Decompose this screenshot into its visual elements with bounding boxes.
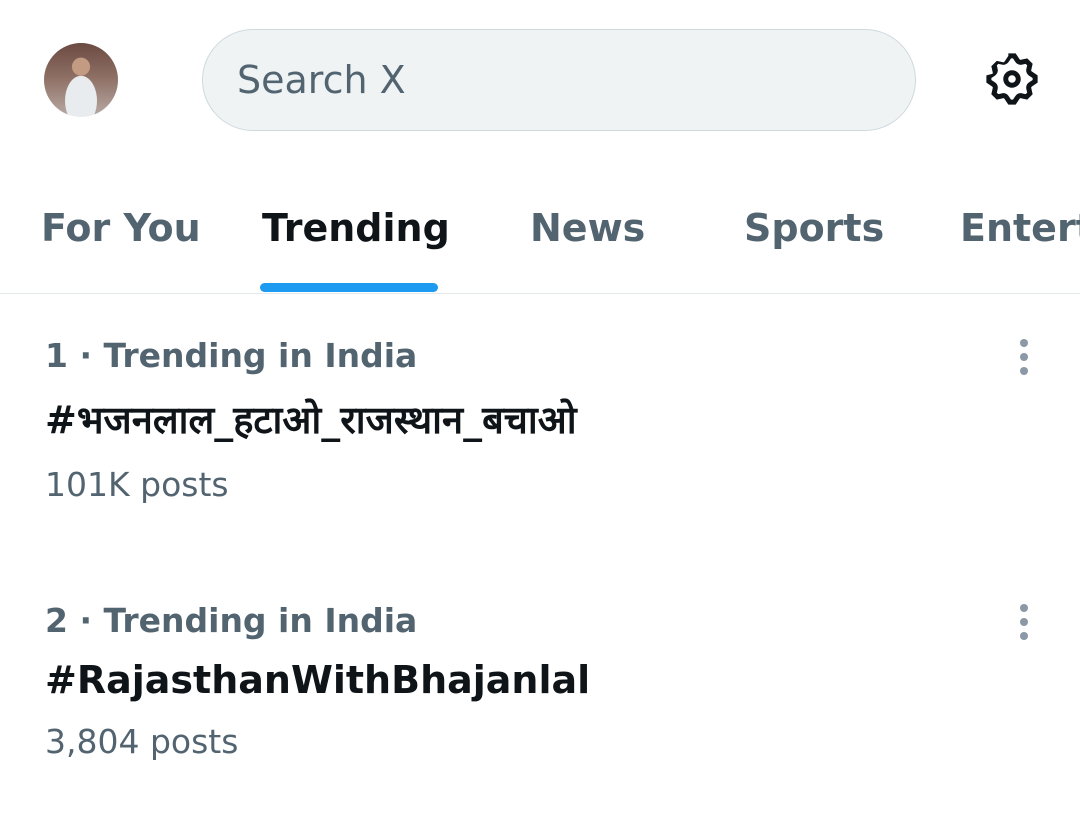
trend-meta: 2 · Trending in India bbox=[45, 601, 418, 640]
more-options-icon[interactable] bbox=[1013, 339, 1035, 379]
trend-title: #RajasthanWithBhajanlal bbox=[45, 658, 591, 702]
search-placeholder: Search X bbox=[237, 58, 406, 102]
search-bar[interactable]: Search X bbox=[202, 29, 916, 131]
trend-item-2[interactable]: 2 · Trending in India #RajasthanWithBhaj… bbox=[45, 601, 1045, 761]
trend-item-1[interactable]: 1 · Trending in India #भजनलाल_हटाओ_राजस्… bbox=[45, 336, 1045, 504]
trend-post-count: 3,804 posts bbox=[45, 722, 239, 761]
tab-sports[interactable]: Sports bbox=[744, 206, 884, 250]
active-tab-indicator bbox=[260, 283, 438, 292]
tab-entertainment[interactable]: Entert bbox=[960, 206, 1080, 250]
tab-news[interactable]: News bbox=[530, 206, 645, 250]
trend-meta: 1 · Trending in India bbox=[45, 336, 418, 375]
explore-page: Search X For You Trending News Sports En… bbox=[0, 0, 1080, 840]
trend-title: #भजनलाल_हटाओ_राजस्थान_बचाओ bbox=[45, 398, 577, 442]
explore-tabs: For You Trending News Sports Entert bbox=[0, 182, 1080, 294]
more-options-icon[interactable] bbox=[1013, 604, 1035, 644]
tab-trending[interactable]: Trending bbox=[262, 206, 450, 250]
trend-post-count: 101K posts bbox=[45, 465, 229, 504]
avatar[interactable] bbox=[44, 43, 118, 117]
gear-icon[interactable] bbox=[982, 49, 1042, 109]
tab-for-you[interactable]: For You bbox=[41, 206, 201, 250]
